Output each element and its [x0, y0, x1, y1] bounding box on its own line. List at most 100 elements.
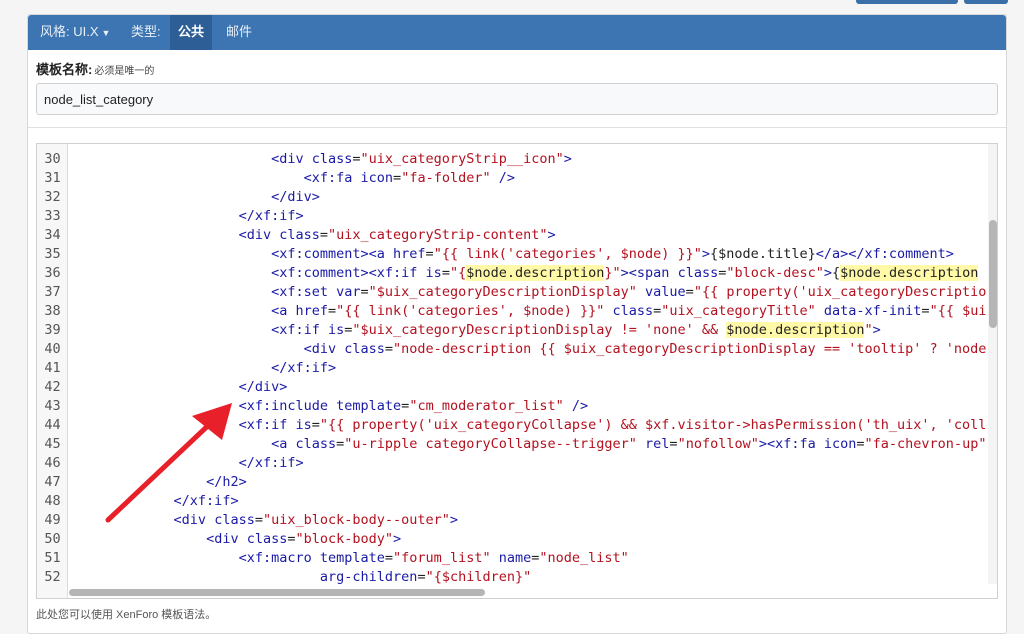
code-token: />	[563, 398, 589, 414]
code-token: =	[352, 151, 361, 167]
code-token: ><xf:fa	[758, 436, 824, 452]
code-token: >	[547, 227, 556, 243]
search-highlight: $node.description	[840, 265, 979, 281]
code-token: <a	[271, 436, 296, 452]
search-highlight: $node.description	[726, 322, 865, 338]
code-token: =	[685, 284, 694, 300]
code-editor[interactable]: 30 31 32 33 34 35 36 37 38 39 40 41 42 43 44 45 46 47 48 49…	[36, 143, 998, 599]
code-line: <div class="node-description {{ $uix_cat…	[304, 340, 987, 359]
code-token: <a	[271, 303, 296, 319]
code-token: is	[425, 265, 442, 281]
code-line: <div class="uix_block-body--outer">	[174, 511, 459, 530]
code-token: <div	[238, 227, 280, 243]
code-token: <xf:if	[238, 417, 296, 433]
line-number: 33	[44, 208, 61, 224]
code-line: </div>	[271, 188, 320, 207]
template-name-hint: 必须是唯一的	[94, 66, 155, 77]
code-line: <xf:if is="$uix_categoryDescriptionDispl…	[271, 321, 881, 340]
style-selector-label: 风格: UI.X	[40, 24, 99, 39]
line-number: 34	[44, 227, 61, 243]
vertical-scrollbar-track[interactable]	[988, 144, 997, 584]
code-line: <xf:macro template="forum_list" name="no…	[239, 549, 629, 568]
code-token: <div	[173, 512, 215, 528]
code-token: <div	[271, 151, 312, 167]
code-token: "uix_categoryStrip__icon"	[360, 151, 564, 167]
code-token: class	[246, 531, 288, 547]
code-token: class	[279, 227, 320, 243]
code-line: <xf:fa icon="fa-folder" />	[304, 169, 515, 188]
code-token: "fa-chevron-up"	[864, 436, 987, 452]
code-token: class	[344, 341, 385, 357]
code-token: <div	[303, 341, 345, 357]
horizontal-scrollbar-thumb[interactable]	[69, 589, 485, 596]
code-line: <xf:comment><xf:if is="{$node.descriptio…	[271, 264, 979, 283]
code-line: <xf:comment><a href="{{ link('categories…	[271, 245, 954, 264]
code-token: =	[328, 303, 337, 319]
code-token: "forum_list"	[393, 550, 491, 566]
code-token: <xf:macro	[238, 550, 320, 566]
code-token: =	[384, 550, 394, 566]
code-token: {	[832, 265, 841, 281]
code-token: "{{ property('uix_categoryDescriptio	[693, 284, 987, 300]
code-token: "nofollow"	[677, 436, 759, 452]
code-token: "block-body"	[295, 531, 394, 547]
top-action-button-2[interactable]	[964, 0, 1008, 4]
code-line: <xf:if is="{{ property('uix_categoryColl…	[239, 416, 987, 435]
code-token: =	[921, 303, 930, 319]
code-token: class	[612, 303, 654, 319]
template-name-input[interactable]	[36, 83, 998, 115]
line-number: 36	[44, 265, 61, 281]
search-highlight: $node.description	[466, 265, 605, 281]
code-token: {$node.title}	[710, 246, 816, 262]
code-token: </xf:if>	[173, 493, 239, 509]
template-syntax-hint: 此处您可以使用 XenForo 模板语法。	[36, 609, 217, 621]
style-selector[interactable]: 风格: UI.X ▼	[32, 15, 118, 50]
code-token: "{	[449, 265, 467, 281]
code-token: "{{ $ui	[929, 303, 987, 319]
line-number: 41	[44, 360, 61, 376]
code-token: "cm_moderator_list"	[409, 398, 564, 414]
code-token: "uix_categoryTitle"	[661, 303, 816, 319]
code-token: </xf:if>	[238, 455, 304, 471]
code-line: </xf:if>	[239, 207, 304, 226]
code-token: data-xf-init	[823, 303, 922, 319]
code-token: class	[677, 265, 719, 281]
tab-email[interactable]: 邮件	[218, 15, 260, 50]
tab-public[interactable]: 公共	[170, 15, 213, 50]
line-number: 32	[44, 189, 61, 205]
code-token: is	[295, 417, 312, 433]
code-token: </div>	[238, 379, 288, 395]
code-token: }"	[604, 265, 621, 281]
code-token: <xf:set	[271, 284, 337, 300]
code-token: class	[295, 436, 337, 452]
code-token: "$uix_categoryDescriptionDisplay != 'non…	[352, 322, 727, 338]
code-token: "$uix_categoryDescriptionDisplay"	[368, 284, 637, 300]
code-area[interactable]: <div class="uix_categoryStrip__icon"> <xf…	[68, 144, 988, 598]
line-number: 31	[44, 170, 61, 186]
code-token: "block-desc"	[726, 265, 824, 281]
code-token: ><span	[620, 265, 678, 281]
vertical-scrollbar-thumb[interactable]	[989, 220, 997, 328]
code-line: <a class = "u-ripple categoryCollapse--tri…	[271, 435, 986, 454]
code-token: =	[856, 436, 865, 452]
code-token: >	[563, 151, 572, 167]
template-name-label-row: 模板名称: 必须是唯一的	[36, 59, 154, 78]
top-action-button-1[interactable]	[856, 0, 958, 4]
code-token: name	[498, 550, 532, 566]
code-token: "{$children}"	[425, 569, 532, 585]
code-token: class	[311, 151, 353, 167]
code-token: <xf:fa	[303, 170, 361, 186]
line-number-gutter: 30 31 32 33 34 35 36 37 38 39 40 41 42 43 44 45 46 47 48 49…	[37, 144, 68, 598]
code-line: </h2>	[206, 473, 247, 492]
code-token: =	[669, 436, 678, 452]
code-line: <div class="uix_categoryStrip__icon">	[271, 150, 572, 169]
code-line: </xf:if>	[174, 492, 239, 511]
line-number: 40	[44, 341, 61, 357]
code-token: =	[319, 227, 329, 243]
code-token: >	[872, 322, 881, 338]
code-line: <a href="{{ link('categories', $node) }}…	[271, 302, 986, 321]
code-token: />	[490, 170, 515, 186]
line-number: 49	[44, 512, 61, 528]
